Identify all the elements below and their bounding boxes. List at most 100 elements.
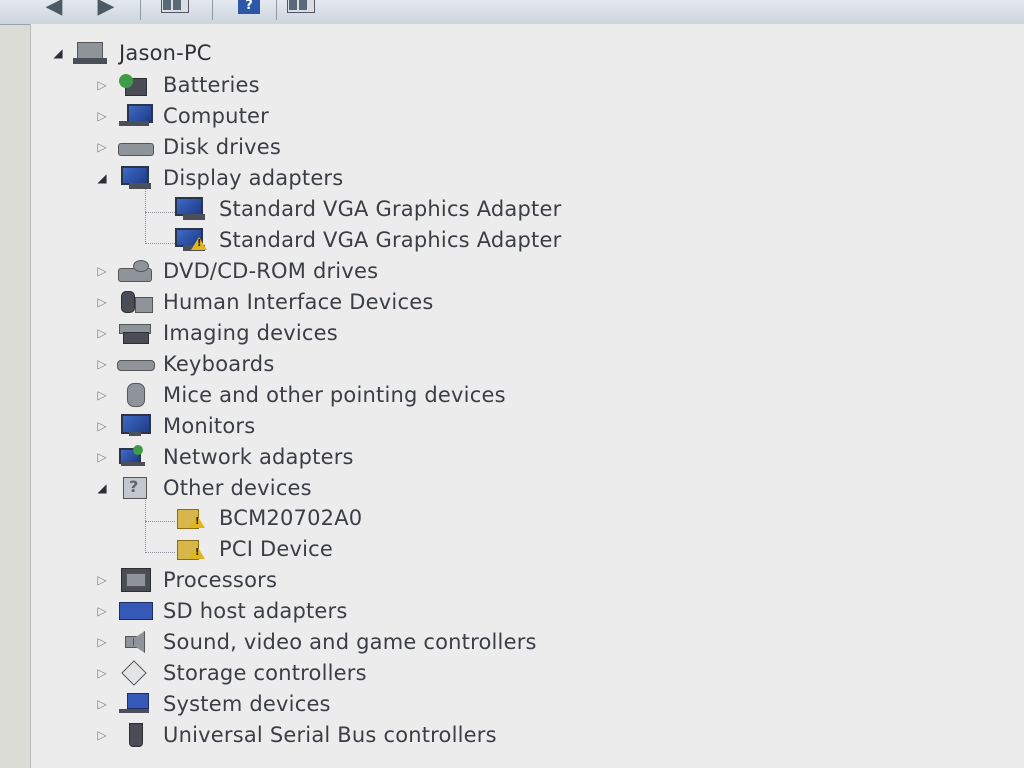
expand-arrow-icon[interactable]: ▷ — [93, 326, 111, 340]
back-arrow-icon[interactable]: ◀ — [34, 0, 74, 18]
toolbar-separator — [140, 0, 141, 20]
tree-item-label: Monitors — [163, 414, 256, 438]
computer-icon — [115, 103, 155, 129]
forward-arrow-icon[interactable]: ▶ — [86, 0, 126, 18]
tree-item-label: Storage controllers — [163, 661, 367, 685]
tree-connector — [145, 497, 146, 553]
device-pci-device[interactable]: PCI Device — [171, 535, 333, 563]
tree-item-label: Computer — [163, 104, 269, 128]
disk-drive-icon — [115, 134, 155, 160]
tree-item-monitors[interactable]: ▷ Monitors — [93, 412, 255, 440]
computer-root-icon — [71, 40, 111, 66]
tree-item-sound-video-game-controllers[interactable]: ▷ Sound, video and game controllers — [93, 628, 537, 656]
help-icon[interactable]: ? — [236, 0, 262, 14]
sd-host-adapter-icon — [115, 598, 155, 624]
mouse-icon — [115, 382, 155, 408]
tree-item-label: Mice and other pointing devices — [163, 383, 506, 407]
unknown-device-icon: ? — [115, 475, 155, 501]
expand-arrow-icon[interactable]: ▷ — [93, 635, 111, 649]
tree-item-label: Batteries — [163, 73, 260, 97]
tree-item-mice[interactable]: ▷ Mice and other pointing devices — [93, 381, 506, 409]
tree-item-label: Processors — [163, 568, 278, 592]
device-manager-window: ◀ ▶ ? ◢ Jason-PC ▷ Batteries ▷ Computer … — [0, 0, 1024, 768]
tree-item-other-devices[interactable]: ◢ ? Other devices — [93, 474, 312, 502]
expand-arrow-icon[interactable]: ▷ — [93, 140, 111, 154]
tree-item-display-adapters[interactable]: ◢ Display adapters — [93, 164, 343, 192]
tree-item-label: Human Interface Devices — [163, 290, 434, 314]
tree-root-label: Jason-PC — [119, 41, 212, 65]
device-tree: ◢ Jason-PC ▷ Batteries ▷ Computer ▷ Disk… — [30, 24, 1024, 768]
device-label: PCI Device — [219, 537, 334, 561]
tree-item-batteries[interactable]: ▷ Batteries — [93, 71, 260, 99]
show-action-pane-icon[interactable] — [286, 0, 316, 14]
tree-item-label: Network adapters — [163, 445, 354, 469]
keyboard-icon — [115, 351, 155, 377]
tree-item-system-devices[interactable]: ▷ System devices — [93, 690, 331, 718]
tree-item-label: Keyboards — [163, 352, 275, 376]
tree-item-imaging-devices[interactable]: ▷ Imaging devices — [93, 319, 338, 347]
storage-controller-icon — [115, 660, 155, 686]
collapse-arrow-icon[interactable]: ◢ — [93, 171, 111, 185]
imaging-device-icon — [115, 320, 155, 346]
sound-icon — [115, 629, 155, 655]
hid-icon — [115, 289, 155, 315]
tree-item-keyboards[interactable]: ▷ Keyboards — [93, 350, 274, 378]
network-adapter-icon — [115, 444, 155, 470]
expand-arrow-icon[interactable]: ▷ — [93, 450, 111, 464]
tree-item-storage-controllers[interactable]: ▷ Storage controllers — [93, 659, 367, 687]
toolbar: ◀ ▶ ? — [0, 0, 1024, 25]
expand-arrow-icon[interactable]: ▷ — [93, 728, 111, 742]
expand-arrow-icon[interactable]: ▷ — [93, 109, 111, 123]
tree-item-disk-drives[interactable]: ▷ Disk drives — [93, 133, 281, 161]
collapse-arrow-icon[interactable]: ◢ — [93, 481, 111, 495]
tree-root[interactable]: ◢ Jason-PC — [49, 39, 212, 67]
tree-connector — [145, 188, 146, 244]
expand-arrow-icon[interactable]: ▷ — [93, 419, 111, 433]
tree-item-label: Disk drives — [163, 135, 282, 159]
usb-icon — [115, 722, 155, 748]
display-adapter-icon — [171, 196, 211, 222]
collapse-arrow-icon[interactable]: ◢ — [49, 46, 67, 60]
device-bcm20702a0[interactable]: BCM20702A0 — [171, 504, 362, 532]
tree-item-computer[interactable]: ▷ Computer — [93, 102, 269, 130]
tree-item-label: DVD/CD-ROM drives — [163, 259, 379, 283]
toolbar-separator — [276, 0, 277, 20]
tree-item-label: System devices — [163, 692, 331, 716]
tree-item-usb-controllers[interactable]: ▷ Universal Serial Bus controllers — [93, 721, 497, 749]
monitor-icon — [115, 413, 155, 439]
unknown-device-warning-icon — [171, 505, 211, 531]
tree-item-human-interface-devices[interactable]: ▷ Human Interface Devices — [93, 288, 433, 316]
tree-item-label: Universal Serial Bus controllers — [163, 723, 497, 747]
expand-arrow-icon[interactable]: ▷ — [93, 388, 111, 402]
system-device-icon — [115, 691, 155, 717]
display-adapter-icon — [115, 165, 155, 191]
show-hide-console-tree-icon[interactable] — [160, 0, 190, 14]
expand-arrow-icon[interactable]: ▷ — [93, 573, 111, 587]
dvd-drive-icon — [115, 258, 155, 284]
expand-arrow-icon[interactable]: ▷ — [93, 604, 111, 618]
expand-arrow-icon[interactable]: ▷ — [93, 697, 111, 711]
expand-arrow-icon[interactable]: ▷ — [93, 295, 111, 309]
tree-item-label: Other devices — [163, 476, 312, 500]
battery-icon — [115, 72, 155, 98]
tree-item-dvd-cd-rom-drives[interactable]: ▷ DVD/CD-ROM drives — [93, 257, 378, 285]
device-label: Standard VGA Graphics Adapter — [219, 228, 562, 252]
display-adapter-warning-icon — [171, 227, 211, 253]
tree-item-sd-host-adapters[interactable]: ▷ SD host adapters — [93, 597, 348, 625]
device-label: Standard VGA Graphics Adapter — [219, 197, 562, 221]
tree-item-processors[interactable]: ▷ Processors — [93, 566, 277, 594]
tree-item-label: Display adapters — [163, 166, 344, 190]
device-standard-vga-adapter-2[interactable]: Standard VGA Graphics Adapter — [171, 226, 561, 254]
processor-icon — [115, 567, 155, 593]
unknown-device-warning-icon — [171, 536, 211, 562]
device-standard-vga-adapter-1[interactable]: Standard VGA Graphics Adapter — [171, 195, 561, 223]
expand-arrow-icon[interactable]: ▷ — [93, 264, 111, 278]
expand-arrow-icon[interactable]: ▷ — [93, 78, 111, 92]
tree-item-label: Sound, video and game controllers — [163, 630, 537, 654]
tree-item-label: SD host adapters — [163, 599, 348, 623]
expand-arrow-icon[interactable]: ▷ — [93, 666, 111, 680]
tree-item-label: Imaging devices — [163, 321, 338, 345]
tree-item-network-adapters[interactable]: ▷ Network adapters — [93, 443, 354, 471]
expand-arrow-icon[interactable]: ▷ — [93, 357, 111, 371]
device-label: BCM20702A0 — [219, 506, 363, 530]
